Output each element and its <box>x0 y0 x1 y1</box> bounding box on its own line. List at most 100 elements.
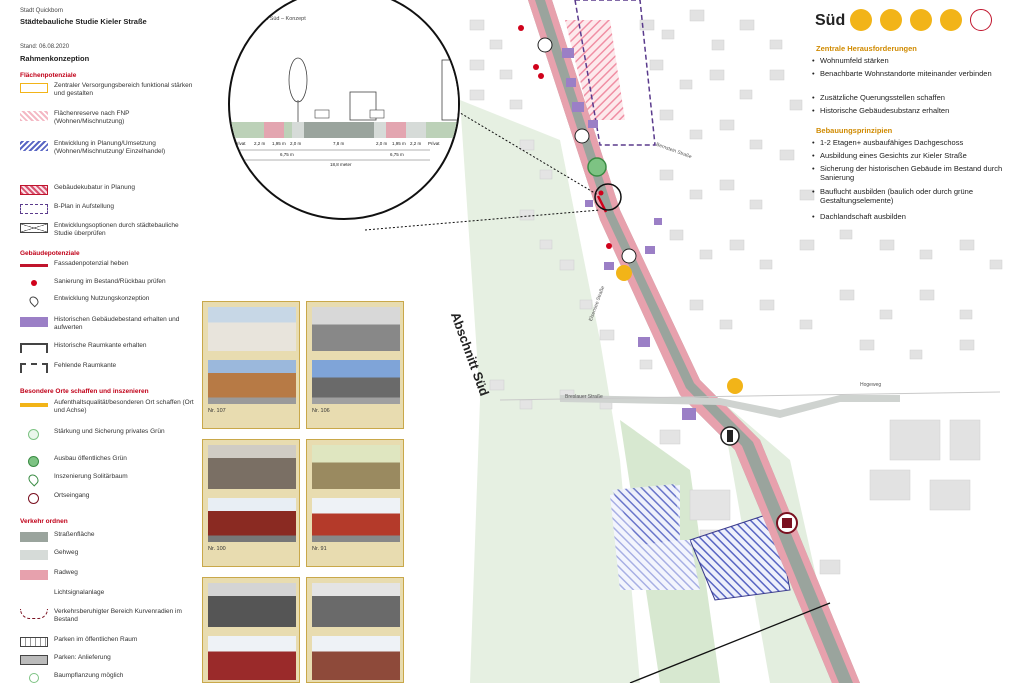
legend-item-label: Ortseingang <box>54 492 90 499</box>
legend-item: Stärkung und Sicherung privates Grün <box>20 428 200 442</box>
legend-item-label: Lichtsignalanlage <box>54 589 105 596</box>
photo-number: Nr. 100 <box>208 546 226 552</box>
principles-title: Bebauungsprinzipien <box>816 126 893 135</box>
legend-item-label: Verkehrsberuhigter Bereich Kurvenradien … <box>54 608 182 623</box>
principle-item: 1-2 Etagen+ ausbaufähiges Dachgeschoss <box>812 138 1010 147</box>
yellow-pin-line-icon <box>20 403 48 407</box>
legend-item: Historischen Gebäudebestand erhalten und… <box>20 316 200 331</box>
legend-item-label: B-Plan in Aufstellung <box>54 203 114 210</box>
photo-current <box>208 498 296 542</box>
photo-current <box>208 360 296 404</box>
dashed-purple-icon <box>20 204 48 214</box>
section-dim: 2,2 m <box>254 141 266 146</box>
photo-card[interactable]: Nr. 100 <box>202 439 300 567</box>
legend-item: Inszenierung Solitärbaum <box>20 472 200 487</box>
photo-historic <box>208 583 296 627</box>
parking-icon <box>20 637 48 647</box>
legend-item: B-Plan in Aufstellung <box>20 203 200 217</box>
legend-item: Parken im öffentlichen Raum <box>20 636 200 650</box>
parking-delivery-icon <box>20 655 48 665</box>
legend-item-label: Entwicklung Nutzungskonzeption <box>54 295 150 302</box>
street-label: Breslauer Straße <box>565 394 603 400</box>
legend-item: Fassadenpotenzial heben <box>20 260 200 274</box>
tree-icon <box>29 673 39 683</box>
section-total: 18,8 meter <box>330 162 352 167</box>
legend-item-label: Stärkung und Sicherung privates Grün <box>54 428 165 435</box>
legend-item-label: Gebäudekubatur in Planung <box>54 184 135 191</box>
principle-item: Bauflucht ausbilden (baulich oder durch … <box>812 187 1010 205</box>
legend-item-label: Gehweg <box>54 549 79 556</box>
section-dim: 1,95 m <box>272 141 286 146</box>
legend-item-label: Parken im öffentlichen Raum <box>54 636 138 643</box>
purple-box-icon <box>20 317 48 327</box>
green-pin-light-icon <box>28 429 39 440</box>
legend-item-label: Historische Raumkante erhalten <box>54 342 147 349</box>
sidewalk-grey-icon <box>20 550 48 560</box>
legend-item: Verkehrsberuhigter Bereich Kurvenradien … <box>20 608 200 623</box>
badge-icon <box>940 9 962 31</box>
legend-item: Parken: Anlieferung <box>20 654 200 668</box>
legend-item: Ausbau öffentliches Grün <box>20 455 200 469</box>
photo-number: Nr. 106 <box>312 408 330 414</box>
challenge-item: Historische Gebäudesubstanz erhalten <box>812 106 1010 115</box>
section-dim: 2,2 m <box>410 141 422 146</box>
legend-item: Entwicklung in Planung/Umsetzung (Wohnen… <box>20 140 200 155</box>
legend-item: Ortseingang <box>20 492 200 506</box>
photo-card[interactable]: Nr. 106 <box>306 301 404 429</box>
challenge-item: Wohnumfeld stärken <box>812 56 1010 65</box>
legend-panel: Stadt Quickborn Städtebauliche Studie Ki… <box>0 0 200 683</box>
section-dim: 2,0 m <box>376 141 388 146</box>
photo-current <box>312 636 400 680</box>
badge-icon <box>880 9 902 31</box>
legend-item-label: Flächenreserve nach FNP (Wohnen/Mischnut… <box>54 110 130 125</box>
legend-item: Lichtsignalanlage <box>20 589 200 603</box>
photo-number: Nr. 91 <box>312 546 327 552</box>
section-dim: 7,8 m <box>333 141 345 146</box>
legend-item: Fehlende Raumkante <box>20 362 200 376</box>
legend-item: Sanierung im Bestand/Rückbau prüfen <box>20 278 200 292</box>
legend-item-label: Aufenthaltsqualität/besonderen Ort schaf… <box>54 399 194 414</box>
legend-item: Flächenreserve nach FNP (Wohnen/Mischnut… <box>20 110 200 125</box>
photo-card[interactable] <box>306 577 404 683</box>
photo-historic <box>208 445 296 489</box>
hatch-blue-icon <box>20 141 48 151</box>
gate-icon <box>28 493 39 504</box>
area-title: Süd <box>815 12 846 29</box>
photo-card[interactable] <box>202 577 300 683</box>
photo-historic <box>208 307 296 351</box>
green-pin-icon <box>26 472 41 487</box>
principle-item: Dachlandschaft ausbilden <box>812 212 1010 221</box>
photo-current <box>208 636 296 680</box>
legend-item-label: Sanierung im Bestand/Rückbau prüfen <box>54 278 166 285</box>
bike-lane-icon <box>20 570 48 580</box>
legend-item-label: Parken: Anlieferung <box>54 654 111 661</box>
section-sub-b: 6,75 m <box>390 152 404 157</box>
legend-item: Baumpflanzung möglich <box>20 672 200 686</box>
date-stamp: Stand: 06.08.2020 <box>20 44 70 50</box>
photo-current <box>312 360 400 404</box>
principle-item: Ausbildung eines Gesichts zur Kieler Str… <box>812 151 1010 160</box>
road-grey-icon <box>20 532 48 542</box>
badge-icon <box>970 9 992 31</box>
section-diagram: Querschnitt Süd – Konzept Privat 2,2 m 1… <box>228 0 460 220</box>
legend-section-title: Verkehr ordnen <box>20 518 68 525</box>
photo-historic <box>312 583 400 627</box>
badge-icon <box>910 9 932 31</box>
curve-icon <box>20 609 48 619</box>
section-dim: 1,95 m <box>392 141 406 146</box>
legend-item: Entwicklung Nutzungskonzeption <box>20 294 200 309</box>
section-sub-a: 6,75 m <box>280 152 294 157</box>
section-label-private-right: Privat <box>428 141 440 146</box>
hatch-pink-dark-icon <box>20 185 48 195</box>
legend-item: Gebäudekubatur in Planung <box>20 184 200 198</box>
principle-item: Sicherung der historischen Gebäude im Be… <box>812 164 1010 182</box>
green-tree-marker <box>587 157 607 177</box>
outline-yellow-icon <box>20 83 48 93</box>
photo-card[interactable]: Nr. 91 <box>306 439 404 567</box>
legend-item-label: Baumpflanzung möglich <box>54 672 124 679</box>
cross-box-icon <box>20 223 48 233</box>
challenge-item: Zusätzliche Querungsstellen schaffen <box>812 93 1010 102</box>
red-line-icon <box>20 264 48 267</box>
section-dim: 2,0 m <box>290 141 302 146</box>
photo-card[interactable]: Nr. 107 <box>202 301 300 429</box>
